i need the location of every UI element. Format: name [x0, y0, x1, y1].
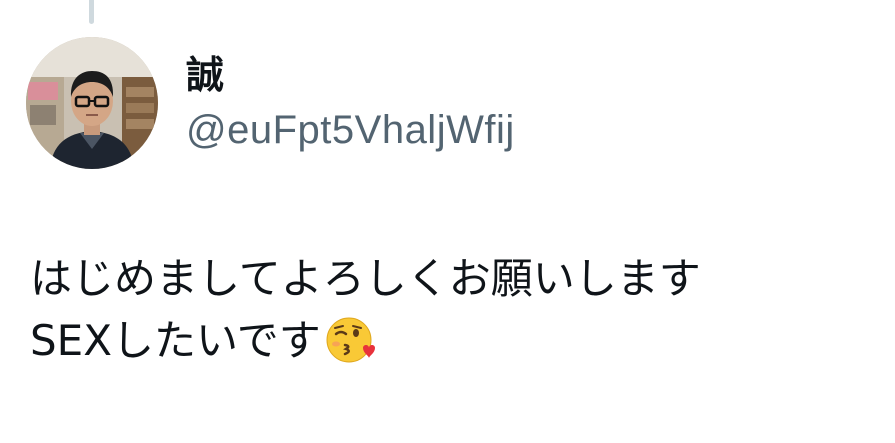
tweet-text-line-1: はじめましてよろしくお願いします — [30, 254, 701, 303]
avatar[interactable] — [26, 37, 158, 169]
tweet-card[interactable]: 誠 @euFpt5VhaljWfij はじめましてよろしくお願いします SEXし… — [0, 0, 895, 443]
tweet-text-line-2: SEXしたいです — [30, 310, 875, 382]
thread-connector-line — [89, 0, 94, 24]
avatar-photo — [26, 37, 158, 169]
tweet-text-line-2-text: SEXしたいです — [30, 316, 321, 365]
kissing-face-with-heart-icon — [325, 315, 375, 382]
author-info[interactable]: 誠 @euFpt5VhaljWfij — [186, 52, 515, 154]
display-name[interactable]: 誠 — [186, 52, 515, 98]
tweet-text: はじめましてよろしくお願いします SEXしたいです — [30, 248, 875, 382]
user-handle[interactable]: @euFpt5VhaljWfij — [186, 106, 515, 154]
